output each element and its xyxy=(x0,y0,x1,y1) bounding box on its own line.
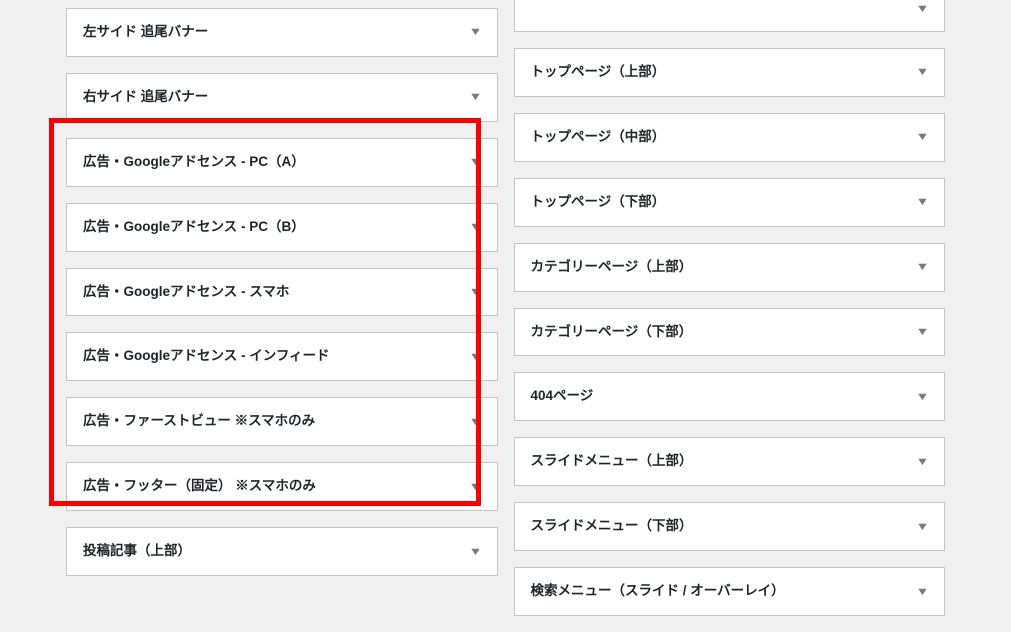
chevron-down-icon: ▼ xyxy=(915,391,929,403)
widget-item[interactable]: トップページ（中部） ▼ xyxy=(514,113,946,162)
widget-item[interactable]: 広告・Googleアドセンス - PC（A） ▼ xyxy=(66,138,498,187)
widget-item[interactable]: カテゴリーページ（下部） ▼ xyxy=(514,308,946,357)
widget-item[interactable]: スライドメニュー（上部） ▼ xyxy=(514,437,946,486)
chevron-down-icon: ▼ xyxy=(915,3,929,15)
widget-label: カテゴリーページ（下部） xyxy=(531,323,693,342)
widget-label: 検索メニュー（スライド / オーバーレイ） xyxy=(531,582,785,601)
widget-item[interactable]: 広告・Googleアドセンス - PC（B） ▼ xyxy=(66,203,498,252)
widget-label: トップページ（中部） xyxy=(531,128,666,147)
chevron-down-icon: ▼ xyxy=(915,586,929,598)
widget-item[interactable]: トップページ（下部） ▼ xyxy=(514,178,946,227)
widget-label: 左サイド 追尾バナー xyxy=(83,23,208,42)
widget-item[interactable]: 投稿記事（上部） ▼ xyxy=(66,527,498,576)
widget-label: 広告・フッター（固定） ※スマホのみ xyxy=(83,477,316,496)
widget-label: 広告・Googleアドセンス - PC（B） xyxy=(83,218,305,237)
chevron-down-icon: ▼ xyxy=(468,546,482,558)
right-column: ▼ トップページ（上部） ▼ トップページ（中部） ▼ トップページ（下部） ▼… xyxy=(514,0,946,632)
chevron-down-icon: ▼ xyxy=(915,66,929,78)
chevron-down-icon: ▼ xyxy=(468,351,482,363)
chevron-down-icon: ▼ xyxy=(915,326,929,338)
chevron-down-icon: ▼ xyxy=(915,261,929,273)
widget-item[interactable]: 左サイド 追尾バナー ▼ xyxy=(66,8,498,57)
chevron-down-icon: ▼ xyxy=(468,286,482,298)
widget-item[interactable]: スライドメニュー（下部） ▼ xyxy=(514,502,946,551)
widget-item[interactable]: 広告・フッター（固定） ※スマホのみ ▼ xyxy=(66,462,498,511)
widget-item[interactable]: カテゴリーページ（上部） ▼ xyxy=(514,243,946,292)
widget-item[interactable]: ▼ xyxy=(514,0,946,32)
widget-item[interactable]: 検索メニュー（スライド / オーバーレイ） ▼ xyxy=(514,567,946,616)
widget-label: トップページ（下部） xyxy=(531,193,666,212)
widget-label: 広告・Googleアドセンス - インフィード xyxy=(83,347,330,366)
widget-item[interactable]: 右サイド 追尾バナー ▼ xyxy=(66,73,498,122)
chevron-down-icon: ▼ xyxy=(915,456,929,468)
left-column: 左サイド 追尾バナー ▼ 右サイド 追尾バナー ▼ 広告・Googleアドセンス… xyxy=(66,8,498,632)
widget-item[interactable]: 広告・Googleアドセンス - スマホ ▼ xyxy=(66,268,498,317)
widget-label: スライドメニュー（上部） xyxy=(531,452,693,471)
widget-item[interactable]: 広告・Googleアドセンス - インフィード ▼ xyxy=(66,332,498,381)
chevron-down-icon: ▼ xyxy=(915,131,929,143)
widget-label: 404ページ xyxy=(531,387,594,406)
widget-item[interactable]: 404ページ ▼ xyxy=(514,372,946,421)
chevron-down-icon: ▼ xyxy=(915,521,929,533)
chevron-down-icon: ▼ xyxy=(468,221,482,233)
widget-label: スライドメニュー（下部） xyxy=(531,517,693,536)
widget-label: カテゴリーページ（上部） xyxy=(531,258,693,277)
chevron-down-icon: ▼ xyxy=(468,156,482,168)
widget-item[interactable]: 広告・ファーストビュー ※スマホのみ ▼ xyxy=(66,397,498,446)
chevron-down-icon: ▼ xyxy=(915,196,929,208)
chevron-down-icon: ▼ xyxy=(468,91,482,103)
chevron-down-icon: ▼ xyxy=(468,481,482,493)
chevron-down-icon: ▼ xyxy=(468,26,482,38)
widget-item[interactable]: トップページ（上部） ▼ xyxy=(514,48,946,97)
widget-label: 広告・Googleアドセンス - PC（A） xyxy=(83,153,305,172)
widget-label: 右サイド 追尾バナー xyxy=(83,88,208,107)
widget-label: トップページ（上部） xyxy=(531,63,666,82)
chevron-down-icon: ▼ xyxy=(468,416,482,428)
widget-label: 広告・Googleアドセンス - スマホ xyxy=(83,283,289,302)
widget-label: 広告・ファーストビュー ※スマホのみ xyxy=(83,412,315,431)
widget-label: 投稿記事（上部） xyxy=(83,542,191,561)
